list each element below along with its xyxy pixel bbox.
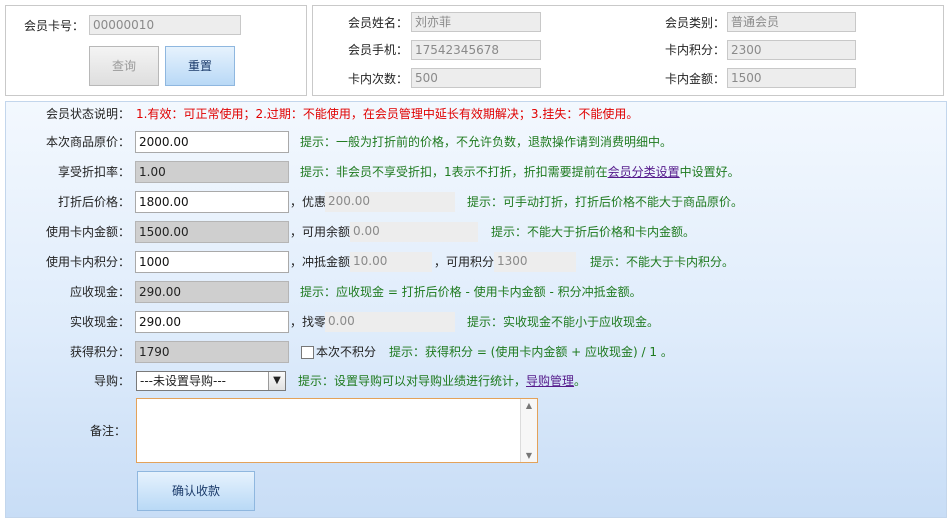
discount-hint-end: 中设置好。 — [679, 165, 740, 179]
paid-cash-input[interactable]: 290.00 — [135, 311, 289, 333]
discount-hint-text: 提示：非会员不享受折扣，1表示不打折，折扣需要提前在 — [300, 165, 608, 179]
earned-points-input[interactable]: 1790 — [135, 341, 289, 363]
card-number-input[interactable]: 00000010 — [89, 15, 241, 35]
available-points-label: ，可用积分 — [434, 255, 495, 269]
change-input[interactable]: 0.00 — [325, 312, 455, 332]
card-number-label: 会员卡号： — [23, 19, 84, 33]
available-balance-label: ，可用余额 — [290, 225, 351, 239]
offset-amount-label: ，冲抵金额 — [290, 255, 351, 269]
note-textarea[interactable]: ▲ ▼ — [136, 398, 538, 463]
member-name-input[interactable]: 刘亦菲 — [411, 12, 541, 32]
status-label: 会员状态说明： — [45, 107, 130, 121]
no-points-checkbox[interactable] — [301, 346, 314, 359]
member-phone-label: 会员手机： — [347, 43, 408, 57]
chevron-down-icon[interactable]: ▼ — [268, 372, 285, 390]
discount-label: 享受折扣率： — [57, 165, 130, 179]
note-scrollbar[interactable]: ▲ ▼ — [520, 399, 537, 462]
paid-cash-hint: 提示：实收现金不能小于应收现金。 — [467, 315, 660, 329]
change-label: ，找零 — [290, 315, 327, 329]
discount-amount-input[interactable]: 200.00 — [325, 192, 455, 212]
after-price-input[interactable]: 1800.00 — [135, 191, 289, 213]
card-balance-label: 卡内金额： — [664, 72, 725, 86]
price-label: 本次商品原价： — [45, 135, 130, 149]
card-balance-input[interactable]: 1500 — [727, 68, 856, 88]
due-cash-hint: 提示：应收现金 = 打折后价格 - 使用卡内金额 - 积分冲抵金额。 — [300, 285, 642, 299]
member-type-input[interactable]: 普通会员 — [727, 12, 856, 32]
discount-hint: 提示：非会员不享受折扣，1表示不打折，折扣需要提前在会员分类设置中设置好。 — [300, 162, 740, 182]
member-phone-input[interactable]: 17542345678 — [411, 40, 541, 60]
scroll-down-icon[interactable]: ▼ — [521, 451, 537, 460]
after-price-hint: 提示：可手动打折，打折后价格不能大于商品原价。 — [467, 195, 744, 209]
price-input[interactable]: 2000.00 — [135, 131, 289, 153]
card-points-hint: 提示：不能大于卡内积分。 — [590, 255, 735, 269]
member-category-link[interactable]: 会员分类设置 — [608, 165, 680, 179]
guide-management-link[interactable]: 导购管理 — [526, 374, 574, 388]
card-count-label: 卡内次数： — [347, 72, 408, 86]
card-points-input[interactable]: 2300 — [727, 40, 856, 60]
available-balance-input[interactable]: 0.00 — [350, 222, 478, 242]
status-description: 1.有效：可正常使用；2.过期：不能使用，在会员管理中延长有效期解决；3.挂失：… — [136, 107, 639, 121]
card-amount-hint: 提示：不能大于折后价格和卡内金额。 — [491, 225, 696, 239]
discount-input[interactable]: 1.00 — [135, 161, 289, 183]
earned-points-label: 获得积分： — [69, 345, 130, 359]
due-cash-label: 应收现金： — [69, 285, 130, 299]
member-type-label: 会员类别： — [664, 16, 725, 30]
card-count-input[interactable]: 500 — [411, 68, 541, 88]
no-points-label: 本次不积分 — [316, 345, 377, 359]
due-cash-input[interactable]: 290.00 — [135, 281, 289, 303]
card-points-use-label: 使用卡内积分： — [45, 255, 130, 269]
discount-amount-label: ，优惠 — [290, 195, 327, 209]
guide-select[interactable]: ---未设置导购--- ▼ — [136, 371, 286, 391]
card-amount-input[interactable]: 1500.00 — [135, 221, 289, 243]
price-hint: 提示：一般为打折前的价格，不允许负数，退款操作请到消费明细中。 — [300, 135, 673, 149]
card-points-use-input[interactable]: 1000 — [135, 251, 289, 273]
guide-label: 导购： — [93, 374, 130, 388]
reset-button[interactable]: 重置 — [165, 46, 235, 86]
member-name-label: 会员姓名： — [347, 16, 408, 30]
earned-points-hint: 提示：获得积分 = (使用卡内金额 + 应收现金) / 1 。 — [389, 345, 673, 359]
query-button[interactable]: 查询 — [89, 46, 159, 86]
guide-hint-end: 。 — [574, 374, 587, 388]
available-points-input[interactable]: 1300 — [494, 252, 576, 272]
confirm-payment-button[interactable]: 确认收款 — [137, 471, 255, 511]
card-amount-label: 使用卡内金额： — [45, 225, 130, 239]
scroll-up-icon[interactable]: ▲ — [521, 401, 537, 410]
card-points-label: 卡内积分： — [664, 43, 725, 57]
paid-cash-label: 实收现金： — [69, 315, 130, 329]
guide-hint: 提示：设置导购可以对导购业绩进行统计，导购管理。 — [298, 371, 586, 391]
note-label: 备注： — [89, 424, 126, 438]
guide-select-value: ---未设置导购--- — [140, 374, 226, 388]
guide-hint-text: 提示：设置导购可以对导购业绩进行统计， — [298, 374, 527, 388]
offset-amount-input[interactable]: 10.00 — [350, 252, 432, 272]
after-price-label: 打折后价格： — [57, 195, 130, 209]
